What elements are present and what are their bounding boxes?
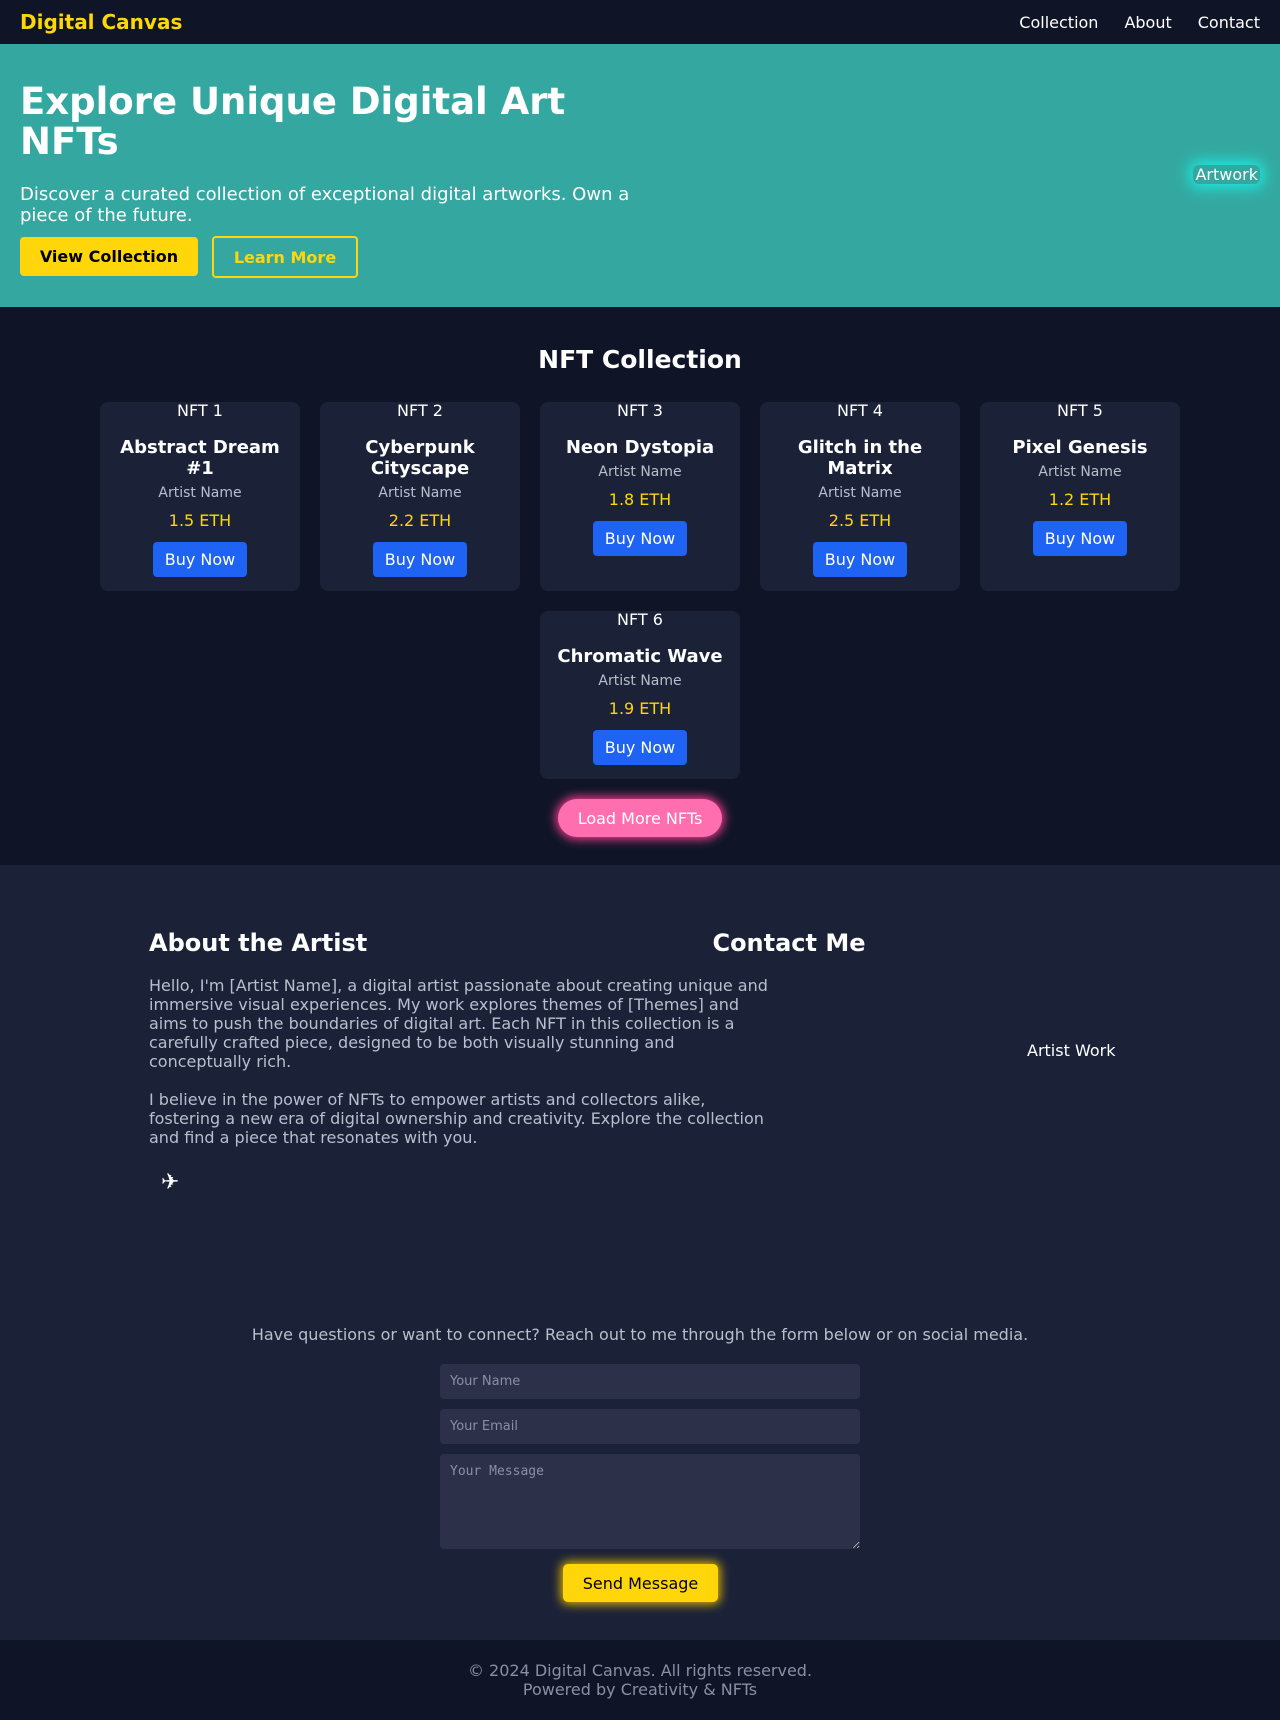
footer-tagline: Powered by Creativity & NFTs [522, 1680, 758, 1699]
about-paragraph: Hello, I'm [Artist Name], a digital arti… [149, 976, 768, 1071]
nft-card: NFT 5 Pixel Genesis Artist Name 1.2 ETH … [980, 402, 1180, 591]
nft-price: 1.9 ETH [608, 699, 672, 718]
top-nav: Digital Canvas Collection About Contact [0, 0, 1280, 44]
nft-name: Pixel Genesis [1012, 437, 1148, 458]
email-input[interactable] [440, 1409, 860, 1444]
buy-now-button[interactable]: Buy Now [593, 730, 687, 765]
name-input[interactable] [440, 1364, 860, 1399]
nft-grid: NFT 1 Abstract Dream #1 Artist Name 1.5 … [80, 402, 1200, 779]
buy-now-button[interactable]: Buy Now [373, 542, 467, 577]
nft-image: NFT 3 [617, 401, 663, 420]
nft-name: Cyberpunk Cityscape [365, 437, 475, 479]
nft-artist: Artist Name [598, 673, 682, 689]
social-links: ✈ [149, 1170, 179, 1195]
nft-artist: Artist Name [158, 485, 242, 501]
nft-name: Glitch in the Matrix [797, 437, 923, 479]
contact-subtitle: Have questions or want to connect? Reach… [251, 1325, 1029, 1344]
nft-card: NFT 3 Neon Dystopia Artist Name 1.8 ETH … [540, 402, 740, 591]
nft-artist: Artist Name [818, 485, 902, 501]
nft-image: NFT 4 [837, 401, 883, 420]
nft-card: NFT 4 Glitch in the Matrix Artist Name 2… [760, 402, 960, 591]
nft-name: Chromatic Wave [557, 646, 723, 667]
nft-name: Neon Dystopia [565, 437, 715, 458]
hero-title: Explore Unique Digital Art NFTs [20, 80, 566, 163]
nft-price: 1.5 ETH [168, 511, 232, 530]
nft-image: NFT 5 [1057, 401, 1103, 420]
nft-name: Abstract Dream #1 [120, 437, 280, 479]
nav-link-about[interactable]: About [1124, 13, 1171, 32]
nft-artist: Artist Name [378, 485, 462, 501]
nav-link-contact[interactable]: Contact [1198, 13, 1260, 32]
hero-artwork-image: Artwork [1195, 165, 1258, 184]
nft-image: NFT 6 [617, 610, 663, 629]
collection-section: NFT Collection NFT 1 Abstract Dream #1 A… [0, 307, 1280, 865]
message-textarea[interactable] [440, 1454, 860, 1549]
nft-artist: Artist Name [1038, 464, 1122, 480]
hero-subtitle: Discover a curated collection of excepti… [20, 184, 630, 226]
footer: © 2024 Digital Canvas. All rights reserv… [0, 1640, 1280, 1720]
telegram-icon[interactable]: ✈ [161, 1170, 179, 1195]
about-bio: Hello, I'm [Artist Name], a digital arti… [149, 976, 779, 1147]
buy-now-button[interactable]: Buy Now [593, 521, 687, 556]
collection-title: NFT Collection [538, 345, 742, 374]
buy-now-button[interactable]: Buy Now [1033, 521, 1127, 556]
nft-price: 2.5 ETH [828, 511, 892, 530]
artist-work-image: Artist Work [1027, 1041, 1116, 1060]
about-section: About the Artist Hello, I'm [Artist Name… [0, 865, 1280, 1640]
nft-artist: Artist Name [598, 464, 682, 480]
brand-logo[interactable]: Digital Canvas [20, 10, 182, 34]
nft-price: 1.2 ETH [1048, 490, 1112, 509]
nav-links: Collection About Contact [1019, 13, 1260, 32]
nft-price: 2.2 ETH [388, 511, 452, 530]
nft-image: NFT 2 [397, 401, 443, 420]
view-collection-button[interactable]: View Collection [20, 237, 198, 276]
load-more-button[interactable]: Load More NFTs [558, 799, 722, 837]
nft-image: NFT 1 [177, 401, 223, 420]
load-more-wrap: Load More NFTs [0, 799, 1280, 837]
hero-section: Explore Unique Digital Art NFTs Discover… [0, 44, 1280, 307]
learn-more-button[interactable]: Learn More [212, 236, 358, 278]
nft-price: 1.8 ETH [608, 490, 672, 509]
buy-now-button[interactable]: Buy Now [153, 542, 247, 577]
contact-title: Contact Me [712, 929, 866, 957]
nft-card: NFT 6 Chromatic Wave Artist Name 1.9 ETH… [540, 611, 740, 779]
nft-card: NFT 2 Cyberpunk Cityscape Artist Name 2.… [320, 402, 520, 591]
about-paragraph: I believe in the power of NFTs to empowe… [149, 1090, 764, 1147]
footer-copyright: © 2024 Digital Canvas. All rights reserv… [467, 1661, 813, 1680]
hero-buttons: View Collection Learn More [20, 236, 1260, 278]
send-message-button[interactable]: Send Message [563, 1564, 718, 1602]
buy-now-button[interactable]: Buy Now [813, 542, 907, 577]
nav-link-collection[interactable]: Collection [1019, 13, 1098, 32]
nft-card: NFT 1 Abstract Dream #1 Artist Name 1.5 … [100, 402, 300, 591]
